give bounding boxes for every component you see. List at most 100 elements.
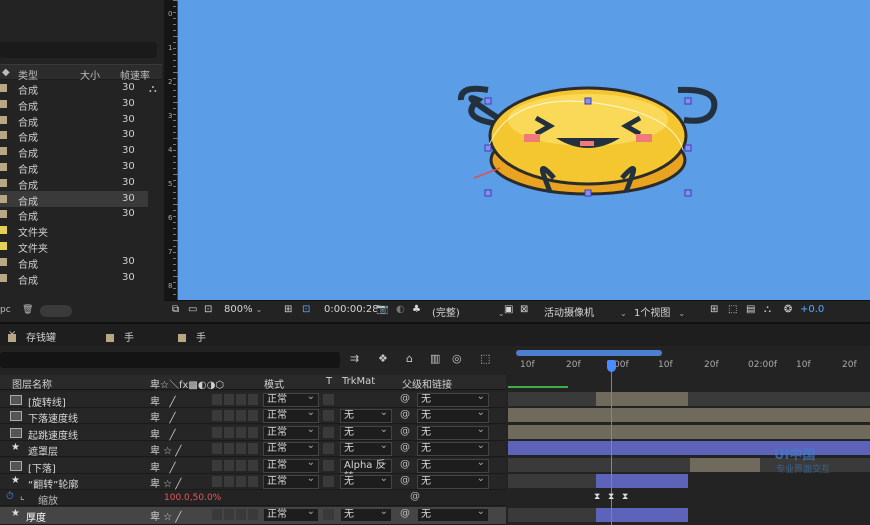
label-color-swatch[interactable] [0, 147, 7, 156]
shy-switch-icon[interactable]: 卑 ╱ [150, 459, 176, 474]
exposure-value[interactable]: +0.0 [800, 304, 824, 315]
layer-duration-bar[interactable] [508, 474, 596, 488]
layer-name[interactable]: 下落速度线 [28, 410, 78, 425]
views-dropdown[interactable]: 1个视图 ⌄ [634, 304, 685, 319]
pick-whip-icon[interactable]: @ [400, 475, 410, 486]
parent-dropdown[interactable]: 无 [417, 407, 489, 423]
layer-switches[interactable] [212, 476, 260, 490]
layer-row-thickness[interactable]: ★ 厚度 卑 ☆ ╱ 正常 无 @ 无 [0, 506, 506, 525]
project-item[interactable]: 文件夹 [0, 222, 148, 239]
stopwatch-icon[interactable]: ⏱ [6, 491, 14, 502]
project-item[interactable]: 合成 30 [0, 270, 148, 287]
label-color-swatch[interactable] [0, 178, 7, 187]
label-color-swatch[interactable] [0, 131, 7, 140]
label-color-swatch[interactable] [0, 163, 7, 171]
layer-switches[interactable] [212, 394, 260, 408]
label-color-swatch[interactable] [0, 273, 7, 282]
tangent-icon[interactable]: ⇉ [350, 352, 359, 365]
header-layer-name[interactable]: 图层名称 [12, 376, 52, 391]
label-color-swatch[interactable] [0, 226, 7, 235]
color-channel-icon[interactable]: ♣ [412, 304, 421, 315]
project-item[interactable]: 合成 30 [0, 96, 148, 113]
keyframe[interactable]: ⧗ [594, 492, 600, 502]
header-trkmat[interactable]: TrkMat [342, 376, 375, 387]
layer-duration-bar[interactable] [596, 392, 688, 406]
mode-dropdown[interactable]: 正常 [263, 457, 319, 473]
trkmat-dropdown[interactable]: 无 [340, 506, 392, 522]
project-item[interactable]: 合成 30 [0, 254, 148, 271]
label-color-swatch[interactable] [0, 194, 7, 203]
mode-dropdown[interactable]: 正常 [263, 506, 319, 522]
project-search-input[interactable] [0, 42, 157, 58]
trash-icon[interactable]: 🗑 [22, 305, 33, 315]
mode-dropdown[interactable]: 正常 [263, 407, 319, 423]
layer-name[interactable]: 厚度 [26, 509, 46, 524]
parent-dropdown[interactable]: 无 [417, 473, 489, 489]
label-color-swatch[interactable] [0, 115, 7, 124]
grid-icon[interactable]: ⊠ [520, 304, 528, 315]
reset-exposure-icon[interactable]: ❂ [784, 304, 792, 315]
preserve-transparency-checkbox[interactable] [323, 476, 334, 487]
trkmat-dropdown[interactable]: 无 [340, 440, 392, 456]
scale-value[interactable]: 100.0,50.0% [164, 493, 221, 503]
fast-preview-icon[interactable]: ⬚ [728, 304, 737, 315]
layer-duration-bar[interactable] [596, 508, 688, 522]
shy-layers-icon[interactable]: ⌂ [406, 352, 413, 365]
flowchart-icon[interactable]: ⛬ [149, 82, 157, 96]
resolution-dropdown[interactable]: (完整) ⌄ [432, 304, 505, 319]
parent-dropdown[interactable]: 无 [417, 424, 489, 440]
layer-name[interactable]: 起跳速度线 [28, 427, 78, 442]
always-preview-icon[interactable]: ⧉ [172, 304, 179, 315]
layer-duration-bar[interactable] [508, 508, 596, 522]
mode-dropdown[interactable]: 正常 [263, 440, 319, 456]
shy-switch-icon[interactable]: 卑 ╱ [150, 409, 176, 424]
project-item[interactable]: 合成 30 [0, 112, 148, 129]
mode-dropdown[interactable]: 正常 [263, 391, 319, 407]
layer-row[interactable]: 下落速度线 卑 ╱ 正常 无 @ 无 [0, 407, 506, 425]
preserve-transparency-checkbox[interactable] [323, 410, 334, 421]
layer-duration-bar[interactable] [688, 392, 870, 406]
header-mode[interactable]: 模式 [264, 376, 284, 391]
transparency-grid-icon[interactable]: ⊡ [302, 304, 310, 315]
layer-duration-bar[interactable] [508, 458, 690, 472]
layer-duration-bar[interactable] [508, 392, 596, 406]
label-color-swatch[interactable] [0, 210, 7, 219]
layer-row[interactable]: [旋转线] 卑 ╱ 正常 @ 无 [0, 391, 506, 409]
preserve-transparency-checkbox[interactable] [323, 460, 334, 471]
project-item[interactable]: 合成 30 [0, 206, 148, 223]
layer-name[interactable]: “翻转”轮廓 [28, 476, 78, 491]
layer-duration-bar[interactable] [508, 441, 870, 455]
project-item[interactable]: 合成 30 [0, 159, 148, 176]
shy-switch-icon[interactable]: 卑 ╱ [150, 426, 176, 441]
trkmat-dropdown[interactable]: 无 [340, 473, 392, 489]
flowchart-icon[interactable]: ⛬ [764, 304, 771, 315]
shy-switch-icon[interactable]: 卑 ☆ ╱ [150, 442, 181, 457]
keyframe[interactable]: ⧗ [622, 492, 628, 502]
pick-whip-icon[interactable]: @ [400, 426, 410, 437]
label-color-swatch[interactable] [0, 84, 7, 92]
pick-whip-icon[interactable]: @ [410, 491, 420, 502]
trkmat-dropdown[interactable]: 无 [340, 407, 392, 423]
composition-viewer[interactable] [178, 0, 870, 300]
parent-dropdown[interactable]: 无 [417, 506, 489, 522]
tab-hand-2[interactable]: 手 [178, 329, 206, 344]
project-item[interactable]: 合成 30 [0, 143, 148, 160]
snapshot-icon[interactable]: 📷 [376, 304, 388, 315]
scale-property-row[interactable]: ⏱ ⌞ 缩放 100.0,50.0% @ [0, 490, 506, 507]
preserve-transparency-checkbox[interactable] [323, 427, 334, 438]
tab-hand-1[interactable]: 手 [106, 329, 134, 344]
frame-blending-icon[interactable]: ▥ [430, 352, 440, 365]
layer-name[interactable]: 遮罩层 [28, 443, 58, 458]
layer-duration-bar[interactable] [508, 408, 870, 422]
layer-row[interactable]: ★ “翻转”轮廓 卑 ☆ ╱ 正常 无 @ 无 [0, 473, 506, 491]
project-item[interactable]: 合成 30 [0, 175, 148, 192]
layer-duration-bar[interactable] [596, 474, 688, 488]
timecode[interactable]: 0:00:00:28 [324, 304, 379, 315]
pick-whip-icon[interactable]: @ [400, 459, 410, 470]
zoom-dropdown[interactable]: 800% ⌄ [224, 304, 262, 315]
parent-dropdown[interactable]: 无 [417, 457, 489, 473]
shy-switch-icon[interactable]: 卑 ☆ ╱ [150, 475, 181, 490]
trkmat-dropdown[interactable]: Alpha 反转 [340, 457, 392, 483]
project-item[interactable]: 文件夹 [0, 238, 148, 255]
parent-dropdown[interactable]: 无 [417, 391, 489, 407]
